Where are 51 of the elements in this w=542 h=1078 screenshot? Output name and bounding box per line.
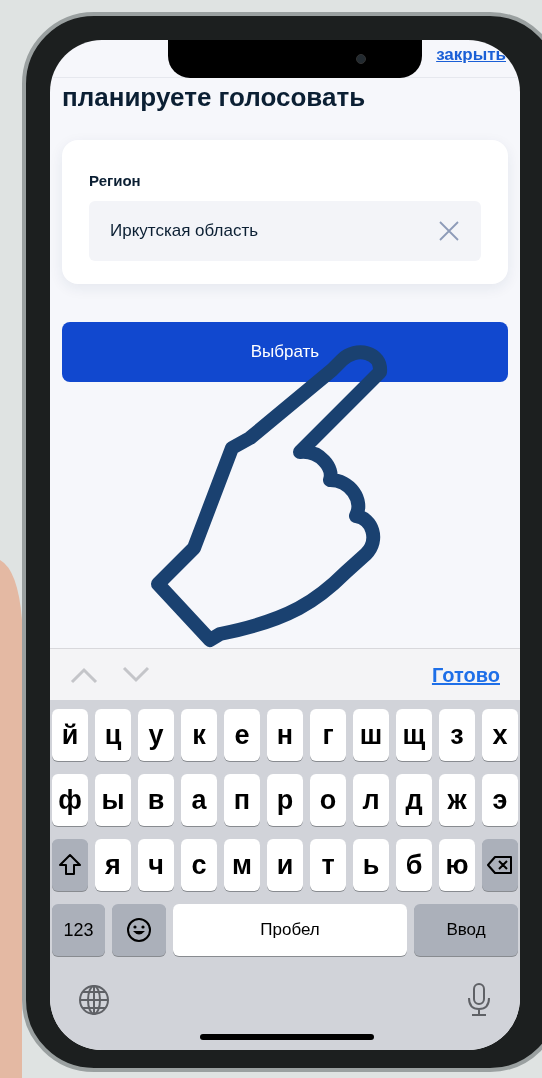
keyboard-key[interactable]: с <box>181 839 217 891</box>
smiley-icon <box>126 917 152 943</box>
keyboard-key[interactable]: ц <box>95 709 131 761</box>
keyboard-key[interactable]: ы <box>95 774 131 826</box>
keyboard-key[interactable]: п <box>224 774 260 826</box>
emoji-key[interactable] <box>112 904 166 956</box>
keyboard-key[interactable]: и <box>267 839 303 891</box>
keyboard-key[interactable]: щ <box>396 709 432 761</box>
keyboard-key[interactable]: з <box>439 709 475 761</box>
region-field[interactable]: Иркутская область <box>89 200 481 261</box>
keyboard-key[interactable]: я <box>95 839 131 891</box>
keyboard-key[interactable]: т <box>310 839 346 891</box>
keyboard-key[interactable]: м <box>224 839 260 891</box>
select-button[interactable]: Выбрать <box>62 322 508 382</box>
shift-icon <box>58 853 82 877</box>
keyboard-key[interactable]: ж <box>439 774 475 826</box>
done-link[interactable]: Готово <box>431 659 500 690</box>
backspace-key[interactable] <box>482 839 518 891</box>
globe-icon[interactable] <box>78 984 110 1016</box>
page-heading: планируете голосовать <box>62 81 367 114</box>
keyboard-key[interactable]: в <box>138 774 174 826</box>
keyboard-key[interactable]: г <box>310 709 346 761</box>
clear-icon[interactable] <box>439 220 459 241</box>
numbers-key[interactable]: 123 <box>52 904 105 956</box>
camera-icon <box>356 54 366 64</box>
keyboard-key[interactable]: х <box>482 709 518 761</box>
keyboard-key[interactable]: л <box>353 774 389 826</box>
field-value: Иркутская область <box>110 219 259 242</box>
keyboard-key[interactable]: о <box>310 774 346 826</box>
keyboard-key[interactable]: у <box>138 709 174 761</box>
keyboard-key[interactable]: а <box>181 774 217 826</box>
keyboard-key[interactable]: к <box>181 709 217 761</box>
keyboard-key[interactable]: р <box>267 774 303 826</box>
enter-key[interactable]: Ввод <box>414 904 518 956</box>
keyboard-key[interactable]: н <box>267 709 303 761</box>
keyboard-key[interactable]: д <box>396 774 432 826</box>
space-key[interactable]: Пробел <box>173 904 407 956</box>
keyboard-key[interactable]: й <box>52 709 88 761</box>
keyboard-key[interactable]: ю <box>439 839 475 891</box>
keyboard-key[interactable]: ч <box>138 839 174 891</box>
keyboard-key[interactable]: ш <box>353 709 389 761</box>
keyboard-key[interactable]: ф <box>52 774 88 826</box>
keyboard-key[interactable]: б <box>396 839 432 891</box>
microphone-icon[interactable] <box>466 983 492 1017</box>
keyboard-key[interactable]: ь <box>353 839 389 891</box>
keyboard-key[interactable]: э <box>482 774 518 826</box>
backspace-icon <box>487 855 513 875</box>
shift-key[interactable] <box>52 839 88 891</box>
close-link[interactable]: закрыть <box>436 42 506 68</box>
field-label: Регион <box>89 171 142 191</box>
keyboard-key[interactable]: е <box>224 709 260 761</box>
